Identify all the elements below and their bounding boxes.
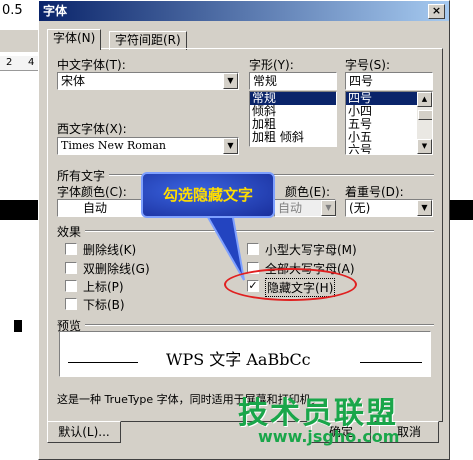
- watermark-url: www.jsgho.com: [258, 427, 400, 446]
- annotation-callout: 勾选隐藏文字: [141, 172, 275, 218]
- highlight-ellipse: [224, 268, 357, 301]
- watermark-logo: 技术员联盟: [238, 396, 398, 431]
- callout-pointer: [203, 211, 245, 281]
- callout-pointer-shape: [203, 211, 245, 281]
- tab-font-label: 字体(N): [53, 31, 96, 45]
- tab-font[interactable]: 字体(N): [47, 29, 102, 50]
